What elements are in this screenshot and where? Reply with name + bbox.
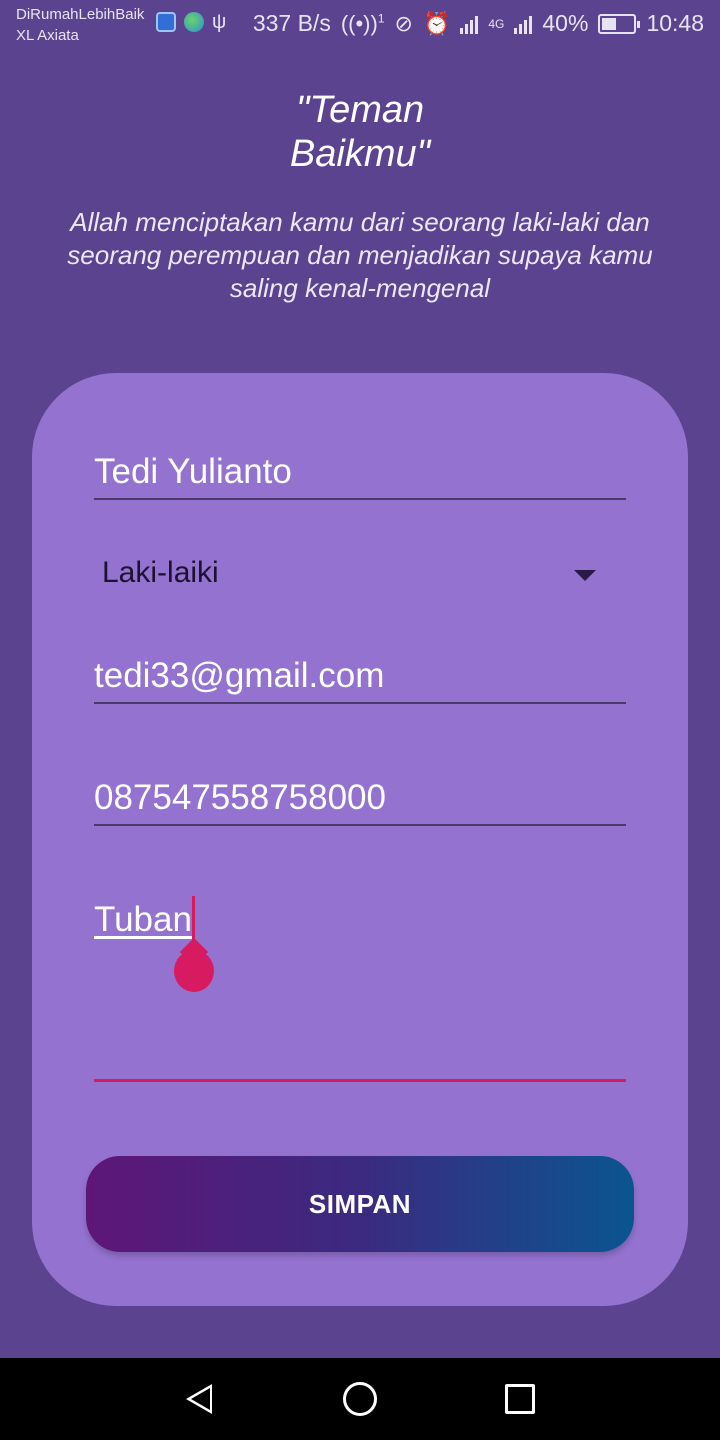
gender-dropdown[interactable]: Laki-laiki — [94, 552, 626, 600]
navigation-bar — [0, 1358, 720, 1440]
gender-value: Laki-laiki — [102, 556, 219, 589]
signal-icon — [460, 14, 479, 34]
recent-apps-icon[interactable] — [505, 1384, 535, 1414]
globe-icon — [184, 12, 204, 32]
email-field[interactable]: tedi33@gmail.com — [94, 656, 626, 704]
signal-icon-2 — [514, 14, 533, 34]
cursor-handle[interactable] — [174, 950, 214, 992]
name-field[interactable]: Tedi Yulianto — [94, 452, 626, 500]
carrier-info: DiRumahLebihBaik XL Axiata — [16, 4, 144, 46]
status-bar: DiRumahLebihBaik XL Axiata ψ 337 B/s ((•… — [0, 0, 720, 52]
hotspot-badge: 1 — [377, 11, 385, 26]
back-icon[interactable] — [186, 1384, 212, 1414]
network-speed: 337 B/s — [252, 10, 331, 36]
notification-icons: ψ — [156, 12, 226, 32]
no-sim-icon: ⊘ — [394, 10, 413, 36]
phone-field[interactable]: 087547558758000 — [94, 778, 626, 826]
page-title: "Teman Baikmu" — [0, 88, 720, 176]
network-type: 4G — [488, 16, 505, 31]
hotspot-icon: ((•))1 — [340, 10, 385, 36]
alarm-icon: ⏰ — [422, 10, 451, 36]
name-value: Tedi Yulianto — [94, 452, 292, 491]
address-field[interactable]: Tuban — [94, 890, 626, 1082]
address-value: Tuban — [94, 900, 192, 939]
clock: 10:48 — [646, 10, 704, 36]
title-line2: Baikmu" — [289, 133, 431, 175]
page-subtitle: Allah menciptakan kamu dari seorang laki… — [67, 207, 653, 303]
phone-value: 087547558758000 — [94, 778, 386, 817]
battery-icon — [598, 13, 641, 34]
save-button[interactable]: SIMPAN — [86, 1156, 634, 1252]
shield-icon — [156, 12, 176, 32]
home-icon[interactable] — [343, 1382, 377, 1416]
battery-percent: 40% — [542, 10, 589, 36]
system-icons: 337 B/s ((•))1 ⊘ ⏰ 4G 40% 10:48 — [253, 10, 704, 37]
usb-icon: ψ — [212, 11, 227, 33]
title-line1: "Teman — [295, 89, 425, 131]
email-value: tedi33@gmail.com — [94, 656, 385, 695]
carrier-line1: DiRumahLebihBaik — [16, 6, 145, 23]
dropdown-arrow-icon — [574, 570, 596, 581]
carrier-line2: XL Axiata — [16, 27, 79, 44]
